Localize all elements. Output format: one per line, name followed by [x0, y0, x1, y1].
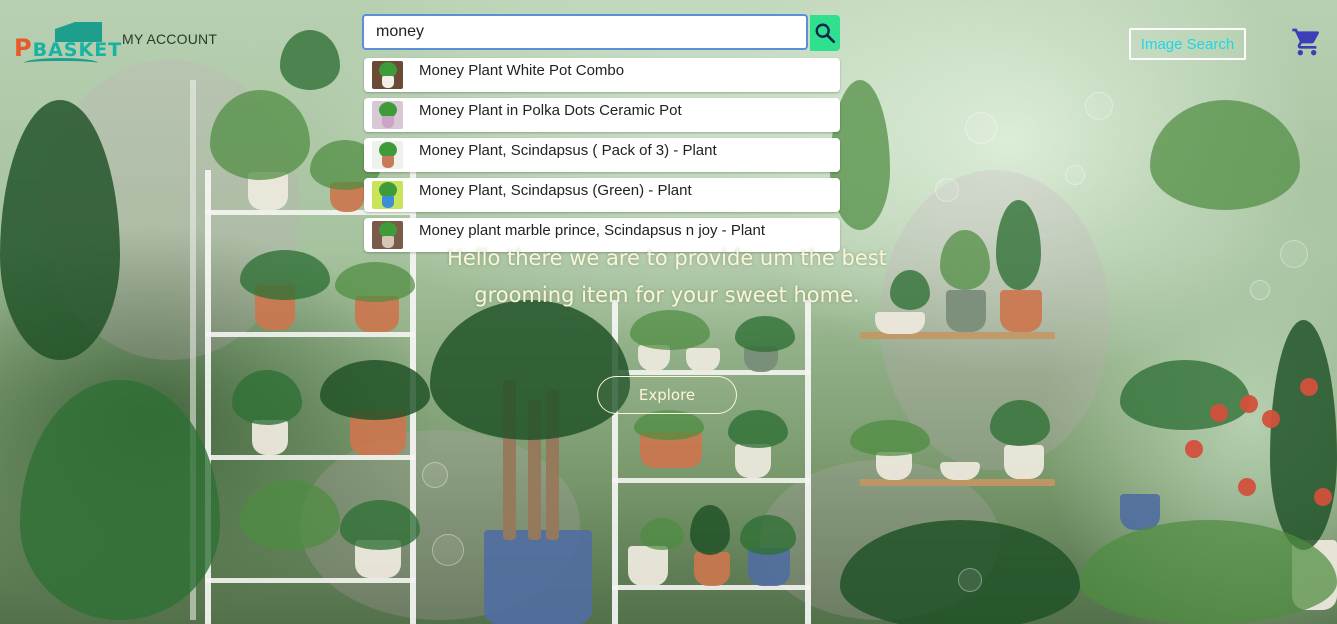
suggestion-thumbnail	[372, 101, 403, 129]
suggestion-item[interactable]: Money Plant, Scindapsus ( Pack of 3) - P…	[364, 138, 840, 172]
suggestion-label: Money Plant, Scindapsus (Green) - Plant	[419, 182, 692, 199]
search-input[interactable]	[362, 14, 808, 50]
suggestion-thumbnail	[372, 181, 403, 209]
explore-button[interactable]: Explore	[597, 376, 737, 414]
cart-icon	[1292, 28, 1320, 56]
hero-tagline: Hello there we are to provide um the bes…	[400, 240, 934, 314]
search-icon	[815, 23, 836, 44]
suggestion-thumbnail	[372, 221, 403, 249]
cart-button[interactable]	[1290, 26, 1324, 58]
search-bar	[362, 14, 840, 54]
suggestion-item[interactable]: Money Plant White Pot Combo	[364, 58, 840, 92]
hero-tagline-line2: grooming item for your sweet home.	[474, 283, 860, 307]
suggestion-thumbnail	[372, 141, 403, 169]
hero-tagline-line1: Hello there we are to provide um the bes…	[447, 246, 887, 270]
search-suggestions-dropdown: Money Plant White Pot Combo Money Plant …	[364, 58, 840, 258]
suggestion-item[interactable]: Money Plant in Polka Dots Ceramic Pot	[364, 98, 840, 132]
my-account-link[interactable]: MY ACCOUNT	[122, 31, 217, 47]
suggestion-label: Money Plant in Polka Dots Ceramic Pot	[419, 102, 682, 119]
suggestion-label: Money Plant White Pot Combo	[419, 62, 625, 79]
suggestion-label: Money Plant, Scindapsus ( Pack of 3) - P…	[419, 142, 717, 159]
suggestion-item[interactable]: Money Plant, Scindapsus (Green) - Plant	[364, 178, 840, 212]
suggestion-label: Money plant marble prince, Scindapsus n …	[419, 222, 766, 239]
brand-logo[interactable]: PBASKET	[12, 22, 121, 68]
search-button[interactable]	[810, 15, 840, 51]
image-search-button[interactable]: Image Search	[1129, 28, 1246, 60]
suggestion-thumbnail	[372, 61, 403, 89]
logo-wave-shape	[24, 58, 98, 68]
